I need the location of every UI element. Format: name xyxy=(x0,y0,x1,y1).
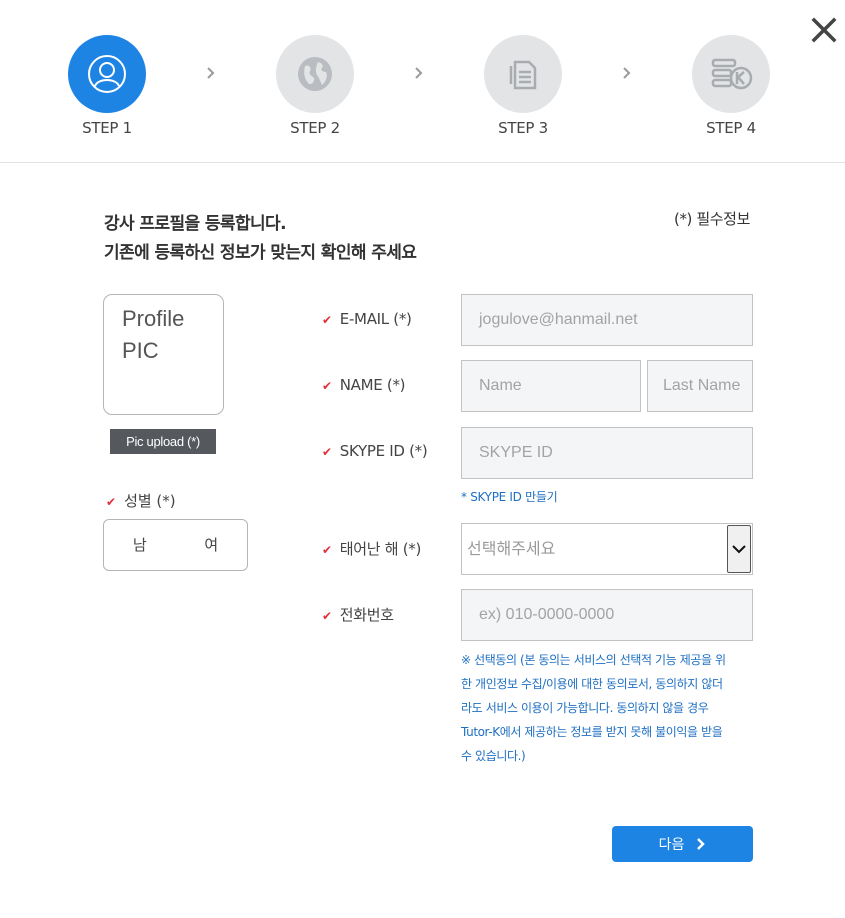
consent-line-1: ※ 선택동의 (본 동의는 서비스의 선택적 기능 제공을 위 xyxy=(461,653,726,667)
phone-field[interactable]: ex) 010-0000-0000 xyxy=(461,589,753,641)
step-progress: STEP 1 STEP 2 STEP 3 STEP 4 xyxy=(0,0,845,163)
profile-pic-text-1: Profile xyxy=(122,306,185,331)
step-3-label: STEP 3 xyxy=(498,119,548,137)
consent-line-5: 수 있습니다.) xyxy=(461,749,526,763)
consent-note: ※ 선택동의 (본 동의는 서비스의 선택적 기능 제공을 위 한 개인정보 수… xyxy=(461,648,753,768)
create-skype-id-link[interactable]: * SKYPE ID 만들기 xyxy=(461,488,558,505)
chevron-right-icon xyxy=(697,838,706,850)
gender-label-text: 성별 (*) xyxy=(124,492,176,510)
skype-id-field[interactable]: SKYPE ID xyxy=(461,427,753,479)
intro-line-2: 기존에 등록하신 정보가 맞는지 확인해 주세요 xyxy=(104,243,417,263)
birth-year-label-text: 태어난 해 (*) xyxy=(339,540,422,558)
next-button[interactable]: 다음 xyxy=(612,826,753,862)
check-icon: ✔ xyxy=(322,609,332,623)
chevron-right-icon xyxy=(623,67,631,79)
step-3: STEP 3 xyxy=(484,35,562,137)
gender-label: ✔ 성별 (*) xyxy=(106,490,176,511)
skype-label-text: SKYPE ID (*) xyxy=(339,442,428,460)
consent-line-4: Tutor-K에서 제공하는 정보를 받지 못해 불이익을 받을 xyxy=(461,725,723,739)
step-2-label: STEP 2 xyxy=(290,119,340,137)
page-intro: 강사 프로필을 등록합니다. 기존에 등록하신 정보가 맞는지 확인해 주세요 xyxy=(104,210,417,268)
last-name-field[interactable]: Last Name xyxy=(647,360,753,412)
required-note: (*) 필수정보 xyxy=(674,210,750,228)
gender-selector: 남 여 xyxy=(103,519,248,571)
consent-line-3: 라도 서비스 이용이 가능합니다. 동의하지 않을 경우 xyxy=(461,701,709,715)
k-list-icon xyxy=(692,35,770,113)
chevron-right-icon xyxy=(415,67,423,79)
birth-year-selected: 선택해주세요 xyxy=(467,539,556,558)
birth-year-select[interactable]: 선택해주세요 xyxy=(461,523,753,575)
birth-year-label: ✔ 태어난 해 (*) xyxy=(322,538,421,559)
name-label: ✔ NAME (*) xyxy=(322,376,406,394)
check-icon: ✔ xyxy=(322,313,332,327)
email-label: ✔ E-MAIL (*) xyxy=(322,310,412,328)
step-1-label: STEP 1 xyxy=(82,119,132,137)
gender-female-option[interactable]: 여 xyxy=(176,520,248,570)
chevron-down-icon[interactable] xyxy=(727,525,751,573)
next-button-label: 다음 xyxy=(658,837,685,853)
profile-pic-placeholder: Profile PIC xyxy=(103,294,224,415)
step-4-label: STEP 4 xyxy=(706,119,756,137)
check-icon: ✔ xyxy=(322,379,332,393)
intro-line-1: 강사 프로필을 등록합니다. xyxy=(104,214,287,234)
profile-pic-text-2: PIC xyxy=(122,338,159,363)
chevron-right-icon xyxy=(207,67,215,79)
email-label-text: E-MAIL (*) xyxy=(339,310,412,328)
first-name-field[interactable]: Name xyxy=(461,360,641,412)
phone-label: ✔ 전화번호 xyxy=(322,604,394,625)
user-icon xyxy=(68,35,146,113)
step-1: STEP 1 xyxy=(68,35,146,137)
step-4: STEP 4 xyxy=(692,35,770,137)
check-icon: ✔ xyxy=(322,445,332,459)
document-icon xyxy=(484,35,562,113)
check-icon: ✔ xyxy=(106,495,117,509)
consent-line-2: 한 개인정보 수집/이용에 대한 동의로서, 동의하지 않더 xyxy=(461,677,723,691)
skype-label: ✔ SKYPE ID (*) xyxy=(322,442,428,460)
gender-male-option[interactable]: 남 xyxy=(104,520,176,570)
phone-label-text: 전화번호 xyxy=(339,606,394,624)
step-2: STEP 2 xyxy=(276,35,354,137)
pic-upload-button[interactable]: Pic upload (*) xyxy=(110,429,216,454)
check-icon: ✔ xyxy=(322,543,332,557)
name-label-text: NAME (*) xyxy=(339,376,406,394)
globe-icon xyxy=(276,35,354,113)
email-field[interactable]: jogulove@hanmail.net xyxy=(461,294,753,346)
